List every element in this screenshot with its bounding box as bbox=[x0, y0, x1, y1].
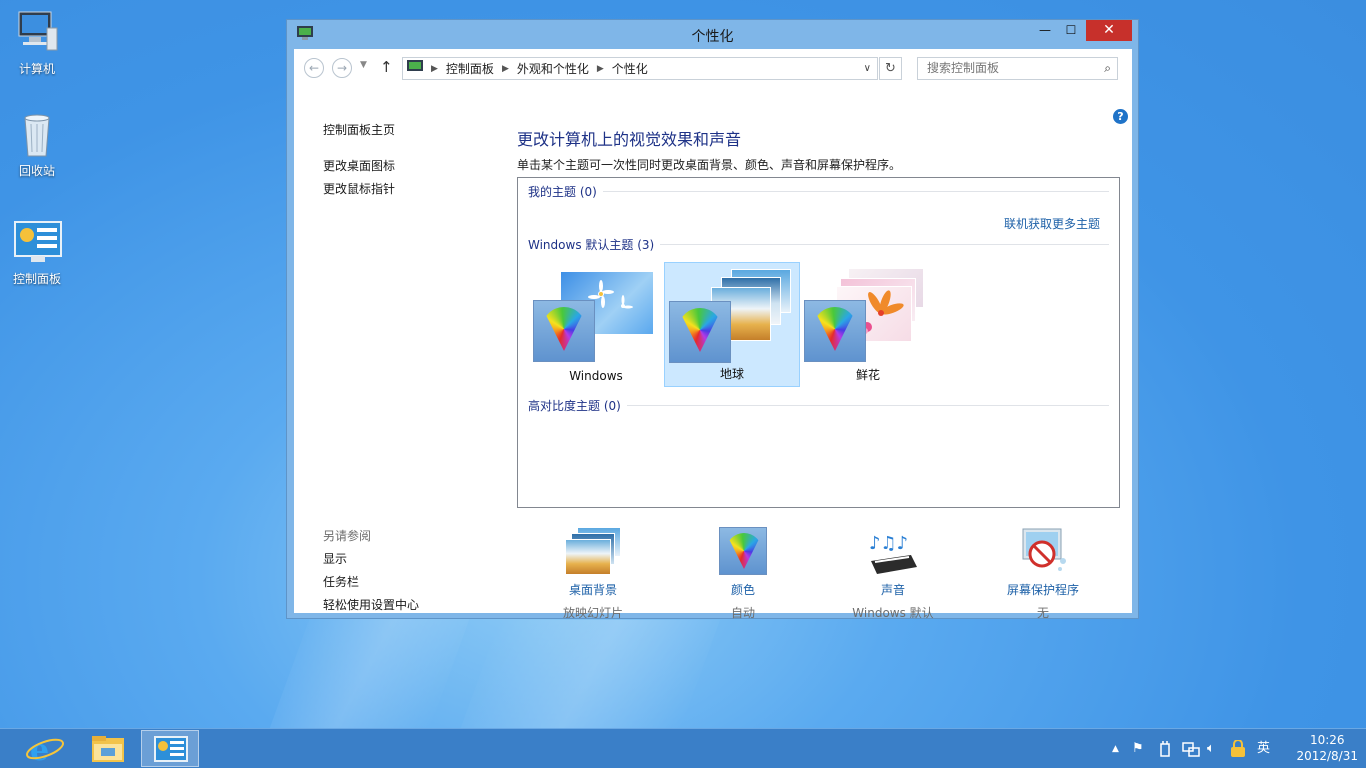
recent-locations-chevron-icon[interactable]: ▼ bbox=[360, 60, 367, 70]
clock-time: 10:26 bbox=[1309, 733, 1345, 747]
theme-flowers[interactable]: 鲜花 bbox=[800, 262, 936, 387]
search-icon[interactable]: ⌕ bbox=[1104, 58, 1111, 79]
show-hidden-icons-chevron-icon[interactable]: ▲ bbox=[1112, 729, 1119, 768]
setting-value: 自动 bbox=[730, 606, 755, 620]
high-contrast-header: 高对比度主题 (0) bbox=[528, 399, 621, 413]
recycle-bin-icon bbox=[13, 110, 61, 158]
network-icon[interactable] bbox=[1182, 729, 1200, 768]
action-center-flag-icon[interactable]: ⚑ bbox=[1132, 729, 1144, 768]
color-icon bbox=[715, 527, 771, 577]
computer-icon bbox=[13, 8, 61, 56]
input-method-icon[interactable] bbox=[1230, 729, 1246, 768]
page-heading: 更改计算机上的视觉效果和声音 bbox=[517, 130, 742, 149]
color-swatch-icon bbox=[804, 300, 866, 362]
color-setting[interactable]: 颜色 自动 bbox=[673, 527, 813, 621]
theme-list: 我的主题 (0) 联机获取更多主题 Windows 默认主题 (3) Windo… bbox=[517, 177, 1120, 508]
window-client-area: ← → ▼ ↑ ▶ 控制面板 ▶ 外观和个性化 ▶ 个性化 ∨ ↻ 搜索控制面板… bbox=[294, 49, 1132, 620]
setting-label[interactable]: 桌面背景 bbox=[523, 581, 663, 598]
screensaver-icon bbox=[1015, 527, 1071, 577]
breadcrumb-separator-icon: ▶ bbox=[431, 63, 438, 74]
breadcrumb-separator-icon: ▶ bbox=[501, 63, 509, 74]
desktop-icon-label: 控制面板 bbox=[12, 272, 61, 286]
refresh-icon[interactable]: ↻ bbox=[879, 57, 902, 80]
control-panel-icon bbox=[13, 218, 62, 266]
svg-text:e: e bbox=[30, 733, 49, 767]
setting-value: 放映幻灯片 bbox=[562, 606, 623, 620]
theme-earth[interactable]: 地球 bbox=[664, 262, 800, 387]
maximize-button[interactable]: ☐ bbox=[1058, 20, 1084, 41]
address-box[interactable]: ▶ 控制面板 ▶ 外观和个性化 ▶ 个性化 ∨ bbox=[402, 57, 878, 80]
see-also-label: 另请参阅 bbox=[323, 529, 372, 543]
control-panel-home-link[interactable]: 控制面板主页 bbox=[323, 121, 395, 138]
color-swatch-icon bbox=[533, 300, 595, 362]
setting-value: 无 bbox=[1036, 606, 1049, 620]
sound-setting[interactable]: ♪♫♪ 声音 Windows 默认 bbox=[823, 527, 963, 621]
theme-name: 地球 bbox=[719, 367, 744, 381]
display-link[interactable]: 显示 bbox=[323, 550, 347, 567]
theme-windows[interactable]: Windows bbox=[528, 262, 664, 387]
up-arrow-icon[interactable]: ↑ bbox=[380, 58, 393, 76]
desktop-icon-computer[interactable]: 计算机 bbox=[4, 8, 70, 77]
setting-label[interactable]: 声音 bbox=[823, 581, 963, 598]
windows-themes-group: Windows 默认主题 (3) bbox=[528, 236, 1109, 253]
breadcrumb-separator-icon: ▶ bbox=[596, 63, 604, 74]
clock-date: 2012/8/31 bbox=[1296, 749, 1358, 763]
desktop-background-setting[interactable]: 桌面背景 放映幻灯片 bbox=[523, 527, 663, 621]
back-arrow-icon[interactable]: ← bbox=[304, 58, 324, 78]
minimize-button[interactable]: — bbox=[1032, 20, 1058, 41]
desktop-icon-label: 计算机 bbox=[18, 62, 55, 76]
desktop-background-icon bbox=[565, 527, 621, 577]
desktop-icon-recycle-bin[interactable]: 回收站 bbox=[4, 110, 70, 179]
change-mouse-pointer-link[interactable]: 更改鼠标指针 bbox=[323, 180, 395, 197]
taskbar: e ▲ ⚑ 🔈︎ 英 10:26 2012/8/31 bbox=[0, 728, 1366, 768]
desktop-icon-label: 回收站 bbox=[18, 164, 55, 178]
my-themes-group: 我的主题 (0) bbox=[528, 183, 1109, 200]
taskbar-link[interactable]: 任务栏 bbox=[323, 573, 359, 590]
control-panel-small-icon bbox=[407, 60, 423, 77]
get-more-themes-link[interactable]: 联机获取更多主题 bbox=[1004, 215, 1100, 232]
volume-icon[interactable]: 🔈︎ bbox=[1207, 729, 1215, 768]
close-button[interactable]: ✕ bbox=[1086, 20, 1132, 41]
address-bar-row: ← → ▼ ↑ ▶ 控制面板 ▶ 外观和个性化 ▶ 个性化 ∨ ↻ 搜索控制面板… bbox=[294, 49, 1132, 89]
breadcrumb-personalization[interactable]: 个性化 bbox=[612, 60, 648, 77]
language-indicator[interactable]: 英 bbox=[1257, 729, 1270, 768]
forward-arrow-icon[interactable]: → bbox=[332, 58, 352, 78]
desktop-icon-control-panel[interactable]: 控制面板 bbox=[4, 218, 70, 287]
control-panel-taskbar-button[interactable] bbox=[141, 730, 199, 767]
personalization-window: 个性化 — ☐ ✕ ← → ▼ ↑ ▶ 控制面板 ▶ 外观和个性化 ▶ 个性化 … bbox=[286, 19, 1139, 620]
svg-text:♪♫♪: ♪♫♪ bbox=[869, 533, 908, 554]
file-explorer-taskbar-button[interactable] bbox=[79, 730, 137, 767]
internet-explorer-icon: e bbox=[25, 733, 65, 768]
theme-name: 鲜花 bbox=[855, 368, 880, 382]
ease-of-access-link[interactable]: 轻松使用设置中心 bbox=[323, 596, 419, 613]
page-description: 单击某个主题可一次性同时更改桌面背景、颜色、声音和屏幕保护程序。 bbox=[517, 158, 902, 172]
my-themes-header: 我的主题 (0) bbox=[528, 185, 597, 199]
folder-icon bbox=[92, 736, 124, 762]
theme-name: Windows bbox=[569, 369, 623, 383]
search-input[interactable]: 搜索控制面板 ⌕ bbox=[917, 57, 1118, 80]
setting-label[interactable]: 屏幕保护程序 bbox=[973, 581, 1113, 598]
wallpaper-light-streak bbox=[459, 620, 721, 730]
title-bar[interactable]: 个性化 — ☐ ✕ bbox=[287, 20, 1138, 48]
sound-icon: ♪♫♪ bbox=[865, 527, 921, 577]
screensaver-setting[interactable]: 屏幕保护程序 无 bbox=[973, 527, 1113, 621]
window-title: 个性化 bbox=[691, 29, 734, 45]
setting-value: Windows 默认 bbox=[852, 606, 934, 620]
breadcrumb-appearance[interactable]: 外观和个性化 bbox=[517, 60, 589, 77]
address-dropdown-icon[interactable]: ∨ bbox=[864, 63, 871, 74]
help-icon[interactable]: ? bbox=[1113, 109, 1128, 124]
internet-explorer-taskbar-button[interactable]: e bbox=[16, 730, 74, 768]
control-panel-icon bbox=[154, 736, 188, 762]
change-desktop-icons-link[interactable]: 更改桌面图标 bbox=[323, 157, 395, 174]
windows-themes-header: Windows 默认主题 (3) bbox=[528, 238, 655, 252]
setting-label[interactable]: 颜色 bbox=[673, 581, 813, 598]
clock[interactable]: 10:26 2012/8/31 bbox=[1296, 732, 1358, 764]
high-contrast-group: 高对比度主题 (0) bbox=[528, 397, 1109, 414]
power-plug-icon[interactable] bbox=[1157, 729, 1173, 768]
color-swatch-icon bbox=[669, 301, 731, 363]
search-placeholder: 搜索控制面板 bbox=[927, 61, 1000, 75]
breadcrumb-control-panel[interactable]: 控制面板 bbox=[446, 60, 494, 77]
